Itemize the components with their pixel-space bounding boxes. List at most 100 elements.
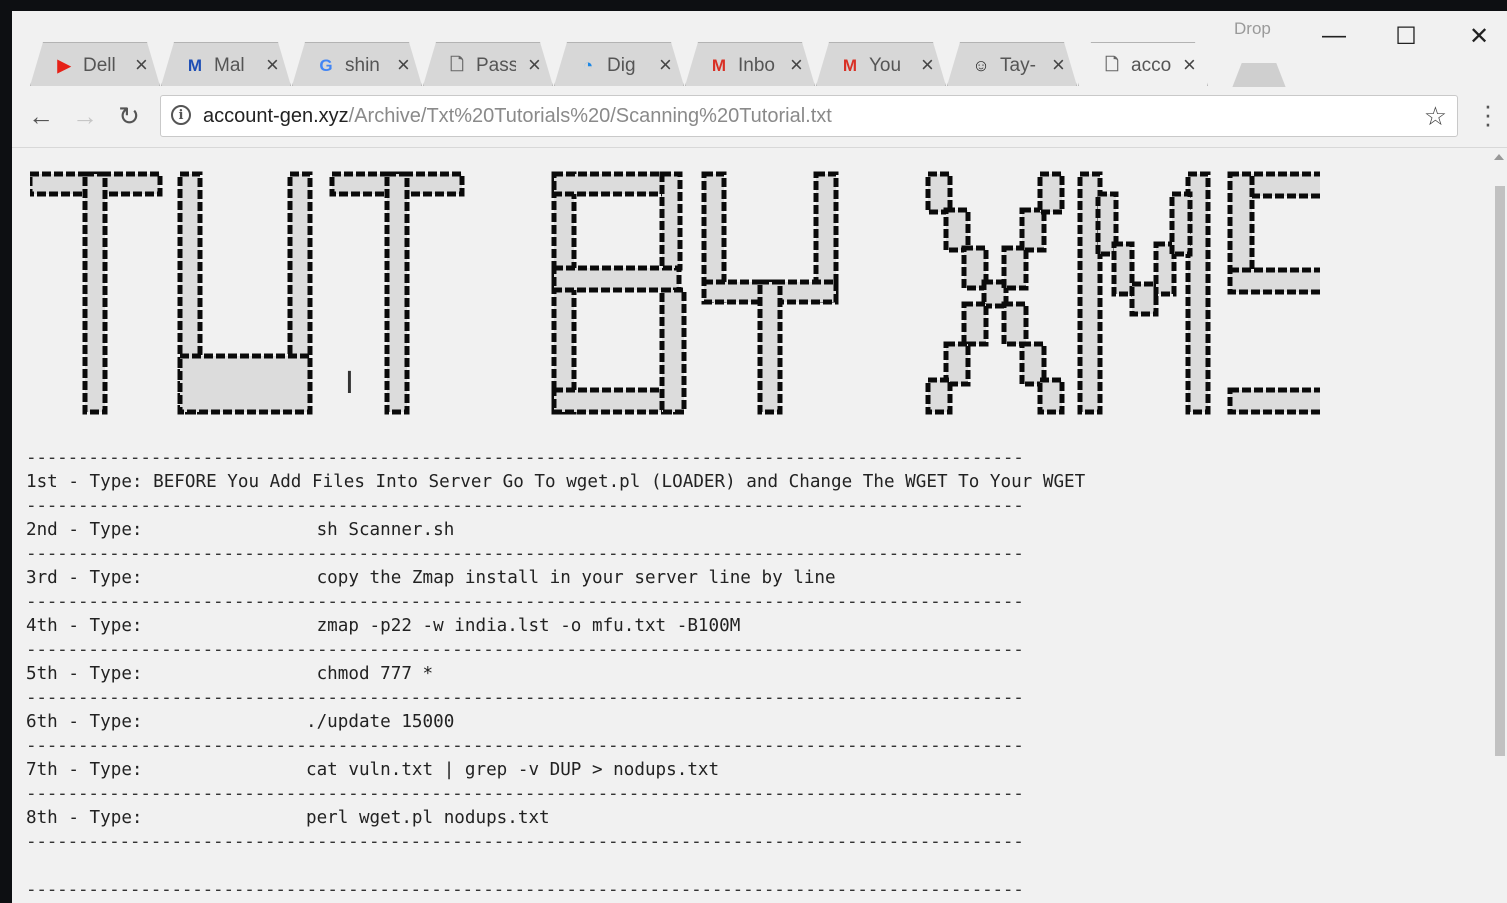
close-tab-icon[interactable]: × — [921, 52, 934, 78]
menu-icon[interactable]: · · · — [1482, 92, 1494, 136]
close-window-icon[interactable]: ✕ — [1462, 21, 1496, 51]
minimize-icon[interactable]: — — [1317, 21, 1351, 51]
separator-line: ----------------------------------------… — [26, 784, 1024, 804]
document-icon: 🗋 — [450, 54, 464, 74]
close-tab-icon[interactable]: × — [397, 52, 410, 78]
step-4: 4th - Type: zmap -p22 -w india.lst -o mf… — [26, 614, 1085, 638]
page-content: I --------------------------------------… — [12, 148, 1490, 903]
close-tab-icon[interactable]: × — [1183, 52, 1196, 78]
separator-line: ----------------------------------------… — [26, 496, 1024, 516]
tab-title: Pass — [476, 55, 516, 76]
address-bar[interactable]: i account-gen.xyz/Archive/Txt%20Tutorial… — [160, 95, 1458, 137]
bookmark-star-icon[interactable]: ☆ — [1424, 101, 1447, 132]
tab-title: Tay- — [1000, 55, 1036, 76]
step-label: 7th - Type: — [26, 760, 143, 780]
step-command: copy the Zmap install in your server lin… — [306, 568, 836, 588]
ascii-banner — [30, 168, 1320, 418]
toolbar: ← → ↻ i account-gen.xyz/Archive/Txt%20Tu… — [12, 87, 1507, 148]
separator-line: ----------------------------------------… — [26, 640, 1024, 660]
banner-letter-9 — [1227, 171, 1320, 415]
tab-title: Dig — [607, 55, 636, 76]
tab-2[interactable]: Gshin × — [292, 42, 422, 86]
step-5: 5th - Type: chmod 777 * — [26, 662, 1085, 686]
tab-0[interactable]: ▶ Dell × — [30, 42, 160, 86]
document-icon: 🗋 — [1105, 54, 1119, 74]
gmail-icon: M — [842, 56, 858, 75]
step-2: 2nd - Type: sh Scanner.sh — [26, 518, 1085, 542]
step-8: 8th - Type: perl wget.pl nodups.txt — [26, 806, 1085, 830]
gmail-icon: M — [711, 56, 727, 75]
tab-title: Inbo — [738, 55, 775, 76]
step-command: ./update 15000 — [306, 712, 455, 732]
youtube-icon: ▶ — [57, 56, 71, 75]
url-text[interactable]: account-gen.xyz/Archive/Txt%20Tutorials%… — [203, 105, 832, 128]
tab-title: Dell — [83, 55, 116, 76]
close-tab-icon[interactable]: × — [135, 52, 148, 78]
close-tab-icon[interactable]: × — [790, 52, 803, 78]
banner-letter-0 — [30, 171, 163, 415]
banner-letter-7 — [925, 171, 1065, 415]
step-label: 8th - Type: — [26, 808, 143, 828]
tab-1[interactable]: M Mal × — [161, 42, 291, 86]
step-label: 5th - Type: — [26, 664, 143, 684]
step-command: sh Scanner.sh — [306, 520, 455, 540]
tab-title: Mal — [214, 55, 245, 76]
tab-title: You — [869, 55, 902, 76]
scroll-thumb[interactable] — [1495, 186, 1505, 756]
google-icon: G — [319, 56, 333, 75]
digitalocean-icon: ◔ — [582, 56, 594, 75]
step-command: cat vuln.txt | grep -v DUP > nodups.txt — [306, 760, 720, 780]
info-icon[interactable]: i — [171, 105, 191, 125]
close-tab-icon[interactable]: × — [1052, 52, 1065, 78]
separator-line: ----------------------------------------… — [26, 592, 1024, 612]
back-icon[interactable]: ← — [26, 101, 56, 131]
close-tab-icon[interactable]: × — [659, 52, 672, 78]
separator-line: ----------------------------------------… — [26, 688, 1024, 708]
tab-6[interactable]: M You × — [816, 42, 946, 86]
step-3: 3rd - Type: copy the Zmap install in you… — [26, 566, 1085, 590]
vertical-scrollbar[interactable] — [1490, 148, 1507, 903]
close-tab-icon[interactable]: × — [266, 52, 279, 78]
url-host: account-gen.xyz — [203, 105, 349, 127]
scroll-up-icon[interactable] — [1494, 154, 1504, 160]
tab-3[interactable]: 🗋 Pass × — [423, 42, 553, 86]
separator-line: ----------------------------------------… — [26, 832, 1024, 852]
tab-7[interactable]: ☺ Tay- × — [947, 42, 1077, 86]
step-6: 6th - Type: ./update 15000 — [26, 710, 1085, 734]
reload-icon[interactable]: ↻ — [114, 101, 144, 131]
tab-5[interactable]: M Inbo × — [685, 42, 815, 86]
banner-letter-1 — [177, 171, 313, 415]
tab-title: shin — [345, 55, 380, 76]
title-bar: ▶ Dell × M Mal × Gshin × 🗋 Pass × ◔ Dig × M Inbo × M You × ☺… — [12, 11, 1507, 88]
separator-line: ----------------------------------------… — [26, 880, 1024, 900]
step-command: chmod 777 * — [306, 664, 434, 684]
step-label: 1st - Type: — [26, 472, 154, 492]
new-tab-button[interactable] — [1232, 63, 1286, 88]
text-cursor-icon: I — [345, 366, 354, 401]
browser-window: ▶ Dell × M Mal × Gshin × 🗋 Pass × ◔ Dig × M Inbo × M You × ☺… — [12, 11, 1507, 903]
step-label: 2nd - Type: — [26, 520, 143, 540]
close-tab-icon[interactable]: × — [528, 52, 541, 78]
separator-line: ----------------------------------------… — [26, 736, 1024, 756]
forward-icon[interactable]: → — [70, 101, 100, 131]
url-path: /Archive/Txt%20Tutorials%20/Scanning%20T… — [348, 105, 832, 127]
tab-4[interactable]: ◔ Dig × — [554, 42, 684, 86]
banner-letter-8 — [1077, 171, 1211, 415]
separator-line: ----------------------------------------… — [26, 448, 1024, 468]
tutorial-steps: ----------------------------------------… — [26, 446, 1085, 902]
step-command: zmap -p22 -w india.lst -o mfu.txt -B100M — [306, 616, 741, 636]
step-1: 1st - Type: BEFORE You Add Files Into Se… — [26, 470, 1085, 494]
banner-letter-5 — [701, 171, 839, 415]
smiley-icon: ☺ — [972, 56, 990, 75]
banner-title — [30, 171, 1320, 415]
tab-title: acco — [1131, 55, 1171, 76]
step-command: perl wget.pl nodups.txt — [306, 808, 550, 828]
step-command: BEFORE You Add Files Into Server Go To w… — [153, 472, 1086, 492]
profile-label[interactable]: Drop — [1234, 19, 1271, 39]
maximize-icon[interactable]: ☐ — [1389, 21, 1423, 51]
malwarebytes-icon: M — [187, 56, 203, 75]
step-label: 6th - Type: — [26, 712, 143, 732]
step-label: 4th - Type: — [26, 616, 143, 636]
tab-8[interactable]: 🗋 acco × — [1078, 42, 1208, 86]
